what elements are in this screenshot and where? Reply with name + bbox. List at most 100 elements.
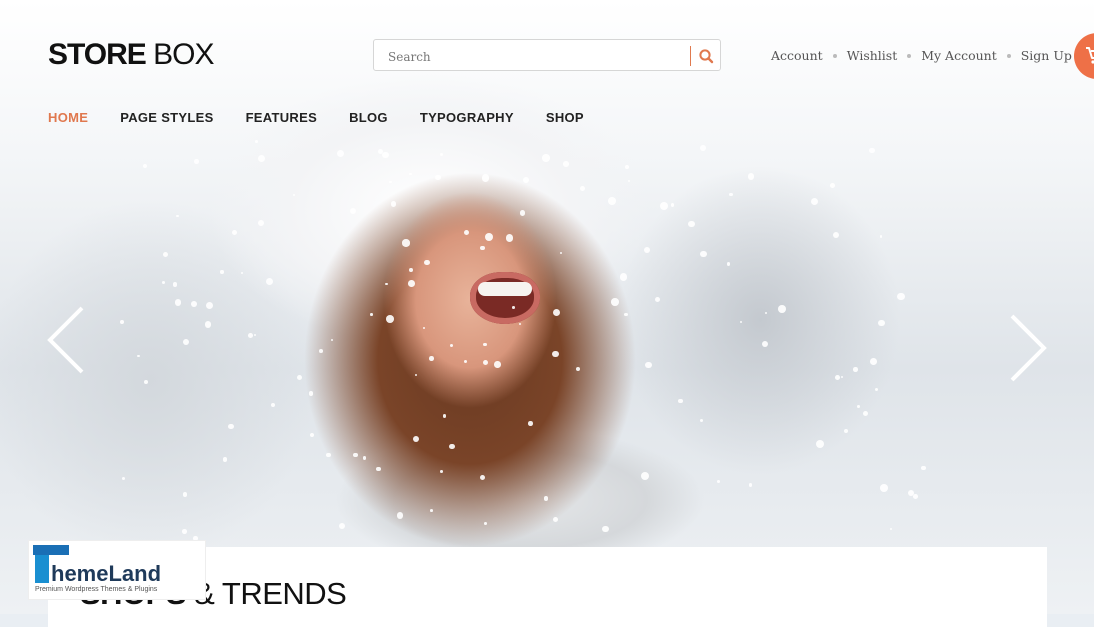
nav-typography[interactable]: TYPOGRAPHY [420,110,514,125]
snowflake [422,326,425,330]
snowflake [764,311,767,314]
snowflake [890,527,893,531]
snowflake [253,333,257,337]
snowflake [182,339,189,346]
account-link[interactable]: Account [771,48,823,63]
snowflake [205,301,214,310]
snowflake [258,220,265,227]
snowflake [740,320,743,323]
snowflake [481,174,489,182]
snowflake [292,193,296,197]
snowflake [880,484,888,492]
snowflake [717,480,721,484]
snowflake [579,186,585,192]
snowflake [415,374,418,377]
snowflake [907,489,914,496]
themeland-watermark: hemeLand Premium Wordpress Themes & Plug… [28,540,206,600]
site-logo[interactable]: STORE BOX [48,38,215,72]
svg-text:hemeLand: hemeLand [51,561,161,586]
snowflake [326,452,331,458]
snowflake [396,512,404,519]
snowflake [700,250,708,258]
search-input[interactable] [386,46,680,68]
snowflake [843,428,849,434]
snowflake [624,165,629,170]
snowflake [330,338,333,341]
snowflake [402,239,410,247]
snowflake [228,423,234,430]
snowflake [522,177,529,184]
snowflake [870,358,877,365]
svg-text:Premium Wordpress Themes & Plu: Premium Wordpress Themes & Plugins [35,586,158,593]
snowflake [142,164,147,169]
snowflake [611,298,619,306]
nav-blog[interactable]: BLOG [349,110,388,125]
snowflake [778,304,786,313]
snowflake [761,340,769,348]
my-account-link[interactable]: My Account [921,48,997,63]
snowflake [602,525,609,533]
snowflake [519,323,522,326]
snowflake [120,320,124,324]
snowflake [829,182,835,188]
snowflake [254,140,258,144]
snowflake [688,220,695,228]
snowflake [362,456,367,460]
snowflake [353,452,358,457]
snowflake [338,522,346,529]
snowflake [220,270,224,274]
snowflake [747,173,755,180]
snowflake [729,192,733,197]
wishlist-link[interactable]: Wishlist [847,48,898,63]
nav-features[interactable]: FEATURES [246,110,318,125]
section-title-rest: & TRENDS [194,576,347,611]
snowflake [390,201,397,207]
nav-home[interactable]: HOME [48,110,88,125]
search-icon[interactable] [698,48,714,64]
snowflake [863,411,869,417]
snowflake [231,229,238,236]
snowflake [310,432,315,438]
snowflake [386,315,395,324]
snowflake [879,235,882,238]
snowflake [240,271,244,275]
snowflake [608,197,617,206]
snowflake [654,296,661,302]
snowflake [511,305,515,309]
hero-slide-image [0,0,1094,614]
snowflake [484,522,487,525]
snowflake [494,361,501,368]
snowflake [270,403,276,408]
snowflake [528,421,533,426]
snowflake [144,380,148,384]
snowflake [748,483,753,487]
hero-photo-detail-2 [478,282,532,296]
snowflake [435,174,441,181]
sign-up-link[interactable]: Sign Up [1021,48,1072,63]
nav-page-styles[interactable]: PAGE STYLES [120,110,213,125]
snowflake [853,367,858,372]
snowflake [560,251,563,254]
logo-light: BOX [153,38,214,71]
chevron-right-icon[interactable] [1008,313,1048,383]
snowflake [553,517,559,523]
nav-shop[interactable]: SHOP [546,110,584,125]
separator-dot [832,53,837,58]
separator-dot [1006,53,1011,58]
chevron-left-icon[interactable] [46,305,86,375]
snowflake [190,301,197,308]
snowflake [183,492,188,497]
snowflake [726,262,731,266]
snowflake [857,404,860,408]
snowflake [449,443,456,450]
snowflake [176,214,179,218]
snowflake [409,172,412,176]
snowflake [563,161,569,167]
snowflake [519,210,525,216]
snowflake [463,229,469,235]
snowflake [628,179,631,182]
snowflake [439,470,443,474]
separator-dot [907,53,912,58]
main-nav: HOME PAGE STYLES FEATURES BLOG TYPOGRAPH… [48,110,616,125]
snowflake [552,350,559,358]
